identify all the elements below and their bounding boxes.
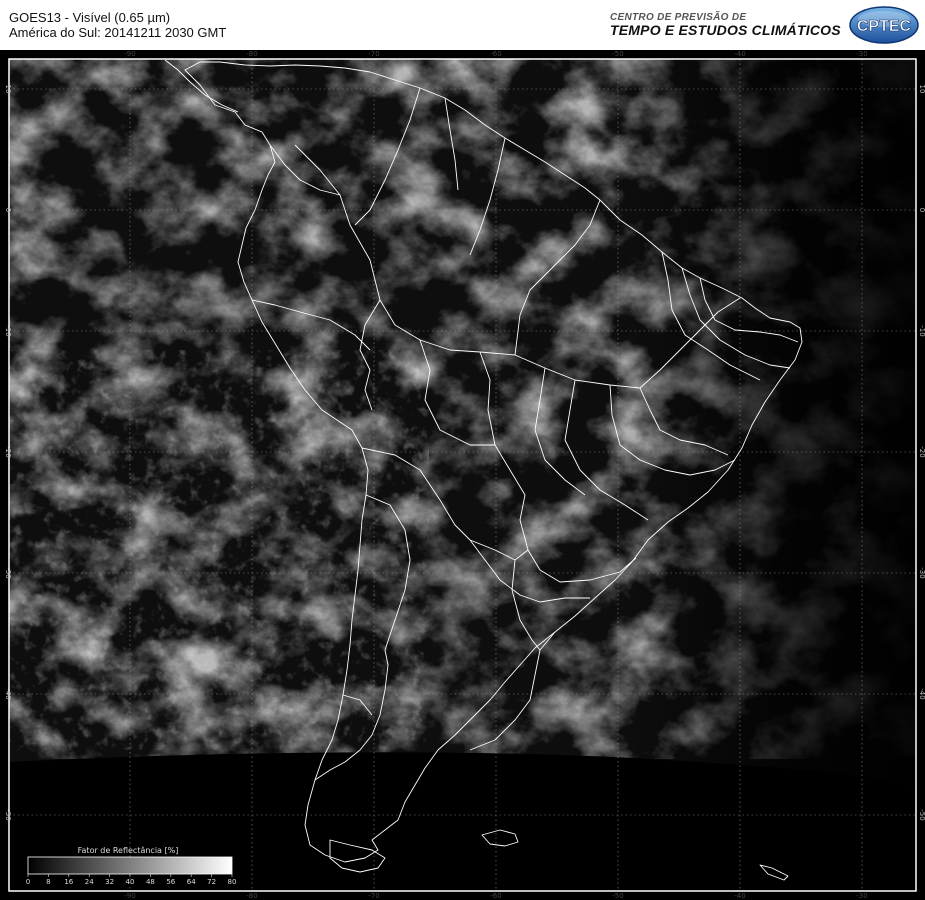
lon-tick-label: -40: [734, 50, 745, 58]
lat-tick-label: -20: [918, 446, 925, 457]
lon-tick-label: -40: [734, 892, 745, 900]
lat-tick-label: -50: [918, 809, 925, 820]
lon-tick-label: -70: [368, 892, 379, 900]
legend-tick-label: 40: [126, 878, 135, 886]
legend-tick-label: 80: [228, 878, 237, 886]
legend-title: Fator de Reflectância [%]: [78, 846, 179, 855]
lon-tick-label: -60: [490, 892, 501, 900]
lon-tick-label: -30: [856, 50, 867, 58]
lat-tick-label: -30: [4, 567, 12, 578]
satellite-map: -90 -80 -70 -60 -50 -40 -30 -90 -80 -70 -60 -50 -40…: [0, 50, 925, 900]
lon-tick-label: -30: [856, 892, 867, 900]
lon-tick-label: -70: [368, 50, 379, 58]
lat-tick-label: -40: [4, 688, 12, 699]
product-title: GOES13 - Visível (0.65 µm): [9, 10, 171, 25]
legend-tick-label: 0: [26, 878, 30, 886]
legend-tick-label: 56: [166, 878, 175, 886]
lon-tick-label: -80: [246, 892, 257, 900]
header: GOES13 - Visível (0.65 µm) América do Su…: [0, 0, 925, 50]
lon-tick-label: -50: [612, 50, 623, 58]
lat-tick-label: -50: [4, 809, 12, 820]
legend-tick-label: 72: [207, 878, 216, 886]
lat-tick-label: -20: [4, 446, 12, 457]
lon-tick-label: -60: [490, 50, 501, 58]
lat-tick-label: -30: [918, 567, 925, 578]
cloud-imagery: [9, 59, 916, 891]
region-datetime: América do Sul: 20141211 2030 GMT: [9, 25, 227, 40]
lat-tick-label: 10: [918, 85, 925, 94]
lat-tick-label: 10: [4, 85, 12, 94]
svg-text:CPTEC: CPTEC: [857, 18, 912, 35]
lon-tick-label: -90: [124, 892, 135, 900]
legend-tick-label: 64: [187, 878, 196, 886]
legend-colorbar: [27, 856, 233, 875]
lon-tick-label: -80: [246, 50, 257, 58]
legend-tick-label: 32: [105, 878, 114, 886]
org-name-line2: TEMPO E ESTUDOS CLIMÁTICOS: [610, 22, 841, 38]
lon-tick-label: -50: [612, 892, 623, 900]
lat-tick-label: -40: [918, 688, 925, 699]
lon-tick-label: -90: [124, 50, 135, 58]
lat-tick-label: -10: [918, 325, 925, 336]
legend-tick-label: 48: [146, 878, 155, 886]
lat-tick-label: 0: [4, 208, 12, 212]
lat-tick-label: -10: [4, 325, 12, 336]
lat-tick-label: 0: [918, 208, 925, 212]
cptec-logo: CPTEC: [849, 6, 919, 44]
legend-tick-label: 24: [85, 878, 94, 886]
legend-tick-label: 16: [64, 878, 73, 886]
legend-tick-label: 8: [46, 878, 50, 886]
